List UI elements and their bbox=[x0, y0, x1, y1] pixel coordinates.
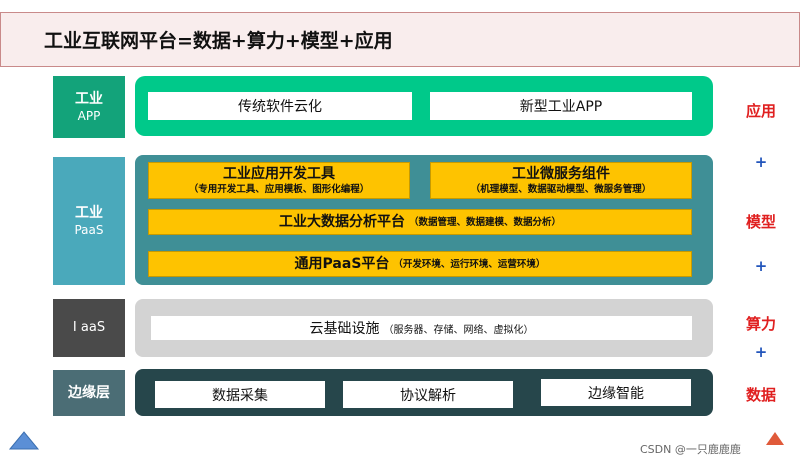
paas-general-title: 通用PaaS平台 bbox=[294, 255, 390, 272]
iaas-cloud-title: 云基础设施 bbox=[309, 321, 380, 337]
paas-dev-tools-title: 工业应用开发工具 bbox=[223, 165, 335, 182]
plus-sign-3: + bbox=[754, 343, 768, 361]
app-box-new: 新型工业APP bbox=[430, 92, 692, 120]
edge-box-edge-intelligence: 边缘智能 bbox=[541, 379, 691, 406]
layer-label-app: 工业 APP bbox=[53, 76, 125, 138]
layer-label-edge: 边缘层 bbox=[53, 370, 125, 416]
app-box-traditional: 传统软件云化 bbox=[148, 92, 412, 120]
page-title: 工业互联网平台=数据+算力+模型+应用 bbox=[44, 30, 393, 52]
right-label-compute: 算力 bbox=[745, 315, 776, 333]
iaas-cloud-box: 云基础设施 （服务器、存储、网络、虚拟化） bbox=[151, 316, 692, 340]
edge-box-data-collection: 数据采集 bbox=[155, 381, 325, 408]
layer-label-app-main: 工业 bbox=[75, 91, 103, 107]
iaas-cloud-sub: （服务器、存储、网络、虚拟化） bbox=[383, 324, 534, 336]
layer-label-iaas: I aaS bbox=[53, 299, 125, 357]
corner-triangle-icon-left bbox=[8, 431, 40, 450]
paas-dev-tools-sub: （专用开发工具、应用模板、图形化编程） bbox=[188, 183, 370, 195]
paas-bigdata-title: 工业大数据分析平台 bbox=[278, 213, 405, 230]
right-label-application: 应用 bbox=[745, 102, 776, 120]
plus-sign-2: + bbox=[754, 257, 768, 275]
watermark: CSDN @一只鹿鹿鹿 bbox=[640, 443, 741, 456]
paas-microservice-title: 工业微服务组件 bbox=[512, 165, 610, 182]
paas-bigdata-sub: （数据管理、数据建模、数据分析） bbox=[408, 216, 561, 228]
paas-general-sub: （开发环境、运行环境、运营环境） bbox=[393, 258, 546, 270]
paas-bigdata-box: 工业大数据分析平台 （数据管理、数据建模、数据分析） bbox=[148, 209, 692, 235]
right-label-data: 数据 bbox=[745, 386, 776, 404]
layer-label-paas-sub: PaaS bbox=[74, 223, 104, 237]
right-label-model: 模型 bbox=[745, 213, 776, 231]
plus-sign-1: + bbox=[754, 153, 768, 171]
layer-label-edge-text: 边缘层 bbox=[68, 385, 110, 401]
paas-general-box: 通用PaaS平台 （开发环境、运行环境、运营环境） bbox=[148, 251, 692, 277]
corner-triangle-icon-right bbox=[766, 432, 784, 445]
layer-label-iaas-text: I aaS bbox=[72, 320, 106, 335]
paas-dev-tools-box: 工业应用开发工具 （专用开发工具、应用模板、图形化编程） bbox=[148, 162, 410, 199]
paas-microservice-box: 工业微服务组件 （机理模型、数据驱动模型、微服务管理） bbox=[430, 162, 692, 199]
paas-microservice-sub: （机理模型、数据驱动模型、微服务管理） bbox=[470, 183, 652, 195]
layer-label-paas: 工业 PaaS bbox=[53, 157, 125, 285]
layer-label-app-sub: APP bbox=[77, 109, 101, 123]
edge-box-protocol-parsing: 协议解析 bbox=[343, 381, 513, 408]
layer-label-paas-main: 工业 bbox=[75, 205, 103, 221]
